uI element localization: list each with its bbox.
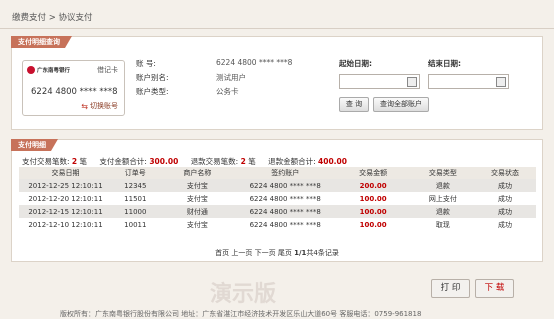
cell-account: 6224 4800 **** ***8 (249, 194, 321, 203)
start-date-label: 起始日期: (339, 59, 372, 68)
cell-order: 12345 (112, 179, 159, 192)
pay-count: 2 (71, 157, 78, 166)
pager-last[interactable]: 尾页 (278, 249, 292, 257)
account-value: 6224 4800 **** ***8 (216, 58, 293, 67)
type-value: 公务卡 (216, 87, 239, 96)
summary-line: 支付交易笔数: 2 笔 支付金额合计: 300.00 退款交易笔数: 2 笔 退… (22, 156, 347, 167)
refund-count-label: 退款交易笔数: (190, 157, 239, 166)
pager-page: 1/1 (294, 249, 307, 257)
cell-status: 成功 (473, 205, 536, 218)
swap-arrows-icon: ⇆ (81, 101, 88, 111)
column-header: 交易金额 (334, 167, 412, 179)
cell-status: 成功 (497, 194, 512, 203)
table-row: 2012-12-10 12:10:11 10011 支付宝 6224 4800 … (19, 218, 536, 231)
pay-total-label: 支付金额合计: (99, 157, 147, 166)
cell-merchant: 支付宝 (186, 220, 208, 229)
cell-merchant: 支付宝 (186, 194, 208, 203)
table-row: 2012-12-20 12:10:11 11501 支付宝 6224 4800 … (19, 192, 536, 205)
end-date-label: 结束日期: (428, 59, 461, 68)
type-row: 账户类型: 公务卡 (136, 86, 239, 97)
refund-count-unit: 笔 (248, 157, 256, 166)
cell-order: 11501 (124, 194, 147, 203)
cell-status: 成功 (473, 179, 536, 192)
calendar-icon[interactable] (407, 77, 417, 87)
query-panel: 支付明细查询 广东南粤银行 借记卡 6224 4800 **** ***8 ⇆ … (11, 36, 543, 130)
pager-total: 共4条记录 (306, 249, 339, 257)
download-button[interactable]: 下 载 (475, 279, 514, 298)
switch-account-link[interactable]: ⇆ 切换账号 (81, 101, 118, 111)
table-row: 2012-12-15 12:10:11 11000 财付通 6224 4800 … (19, 205, 536, 218)
alias-label: 账户别名: (136, 73, 169, 82)
cell-type: 取现 (435, 220, 450, 229)
end-date-input[interactable] (428, 74, 509, 89)
card-bank-name: 广东南粤银行 (37, 68, 71, 74)
card-number: 6224 4800 **** ***8 (31, 87, 118, 97)
cell-status: 成功 (497, 220, 512, 229)
cell-type: 退款 (411, 205, 474, 218)
start-date-input[interactable] (339, 74, 420, 89)
pager-first[interactable]: 首页 (215, 249, 229, 257)
cell-type: 网上支付 (428, 194, 457, 203)
query-panel-title: 支付明细查询 (11, 36, 72, 48)
pagination: 首页 上一页 下一页 尾页 1/1共4条记录 (12, 248, 542, 258)
cell-date: 2012-12-20 12:10:11 (28, 194, 103, 203)
calendar-icon[interactable] (496, 77, 506, 87)
table-header-row: 交易日期 订单号 商户名称 签约账户 交易金额 交易类型 交易状态 (19, 167, 536, 179)
column-header: 交易状态 (473, 167, 536, 179)
switch-account-label: 切换账号 (90, 102, 118, 110)
query-all-button[interactable]: 查询全部账户 (373, 97, 429, 112)
divider (0, 28, 554, 29)
pay-count-label: 支付交易笔数: (22, 157, 70, 166)
cell-merchant: 支付宝 (158, 179, 237, 192)
pay-count-unit: 笔 (79, 157, 88, 166)
cell-order: 11000 (112, 205, 159, 218)
detail-panel: 支付明细 支付交易笔数: 2 笔 支付金额合计: 300.00 退款交易笔数: … (11, 139, 543, 262)
cell-date: 2012-12-25 12:10:11 (19, 179, 113, 192)
pay-total: 300.00 (149, 157, 179, 166)
column-header: 交易类型 (411, 167, 474, 179)
query-button[interactable]: 查 询 (339, 97, 369, 112)
cell-merchant: 财付通 (158, 205, 237, 218)
breadcrumb: 缴费支付 > 协议支付 (12, 13, 93, 23)
cell-date: 2012-12-10 12:10:11 (28, 220, 103, 229)
cell-date: 2012-12-15 12:10:11 (19, 205, 113, 218)
pager-prev[interactable]: 上一页 (231, 249, 252, 257)
column-header: 商户名称 (158, 167, 237, 179)
account-label: 账 号: (136, 59, 156, 68)
detail-panel-title: 支付明细 (11, 139, 58, 151)
cell-amount: 100.00 (359, 220, 387, 229)
alias-value: 测试用户 (216, 73, 246, 82)
column-header: 交易日期 (19, 167, 113, 179)
print-button[interactable]: 打 印 (431, 279, 470, 298)
footer-text: 版权所有：广东南粤银行股份有限公司 地址：广东省湛江市经济技术开发区乐山大道60… (60, 310, 422, 318)
transaction-table: 交易日期 订单号 商户名称 签约账户 交易金额 交易类型 交易状态 2012-1… (19, 167, 536, 231)
card-type: 借记卡 (97, 66, 118, 74)
cell-type: 退款 (411, 179, 474, 192)
cell-amount: 100.00 (334, 205, 412, 218)
cell-account: 6224 4800 **** ***8 (249, 220, 321, 229)
cell-amount: 200.00 (334, 179, 412, 192)
watermark: 演示版 (210, 282, 277, 307)
column-header: 订单号 (112, 167, 159, 179)
cell-order: 10011 (124, 220, 147, 229)
pager-next[interactable]: 下一页 (255, 249, 276, 257)
cell-account: 6224 4800 **** ***8 (236, 205, 335, 218)
bank-logo-icon (27, 66, 35, 74)
bank-card: 广东南粤银行 借记卡 6224 4800 **** ***8 ⇆ 切换账号 (22, 60, 125, 116)
refund-count: 2 (240, 157, 246, 166)
cell-amount: 100.00 (359, 194, 387, 203)
refund-total: 400.00 (318, 157, 347, 166)
account-row: 账 号: 6224 4800 **** ***8 (136, 58, 292, 69)
refund-total-label: 退款金额合计: (268, 157, 316, 166)
table-row: 2012-12-25 12:10:11 12345 支付宝 6224 4800 … (19, 179, 536, 192)
cell-account: 6224 4800 **** ***8 (236, 179, 335, 192)
type-label: 账户类型: (136, 87, 169, 96)
alias-row: 账户别名: 测试用户 (136, 72, 246, 83)
column-header: 签约账户 (236, 167, 335, 179)
